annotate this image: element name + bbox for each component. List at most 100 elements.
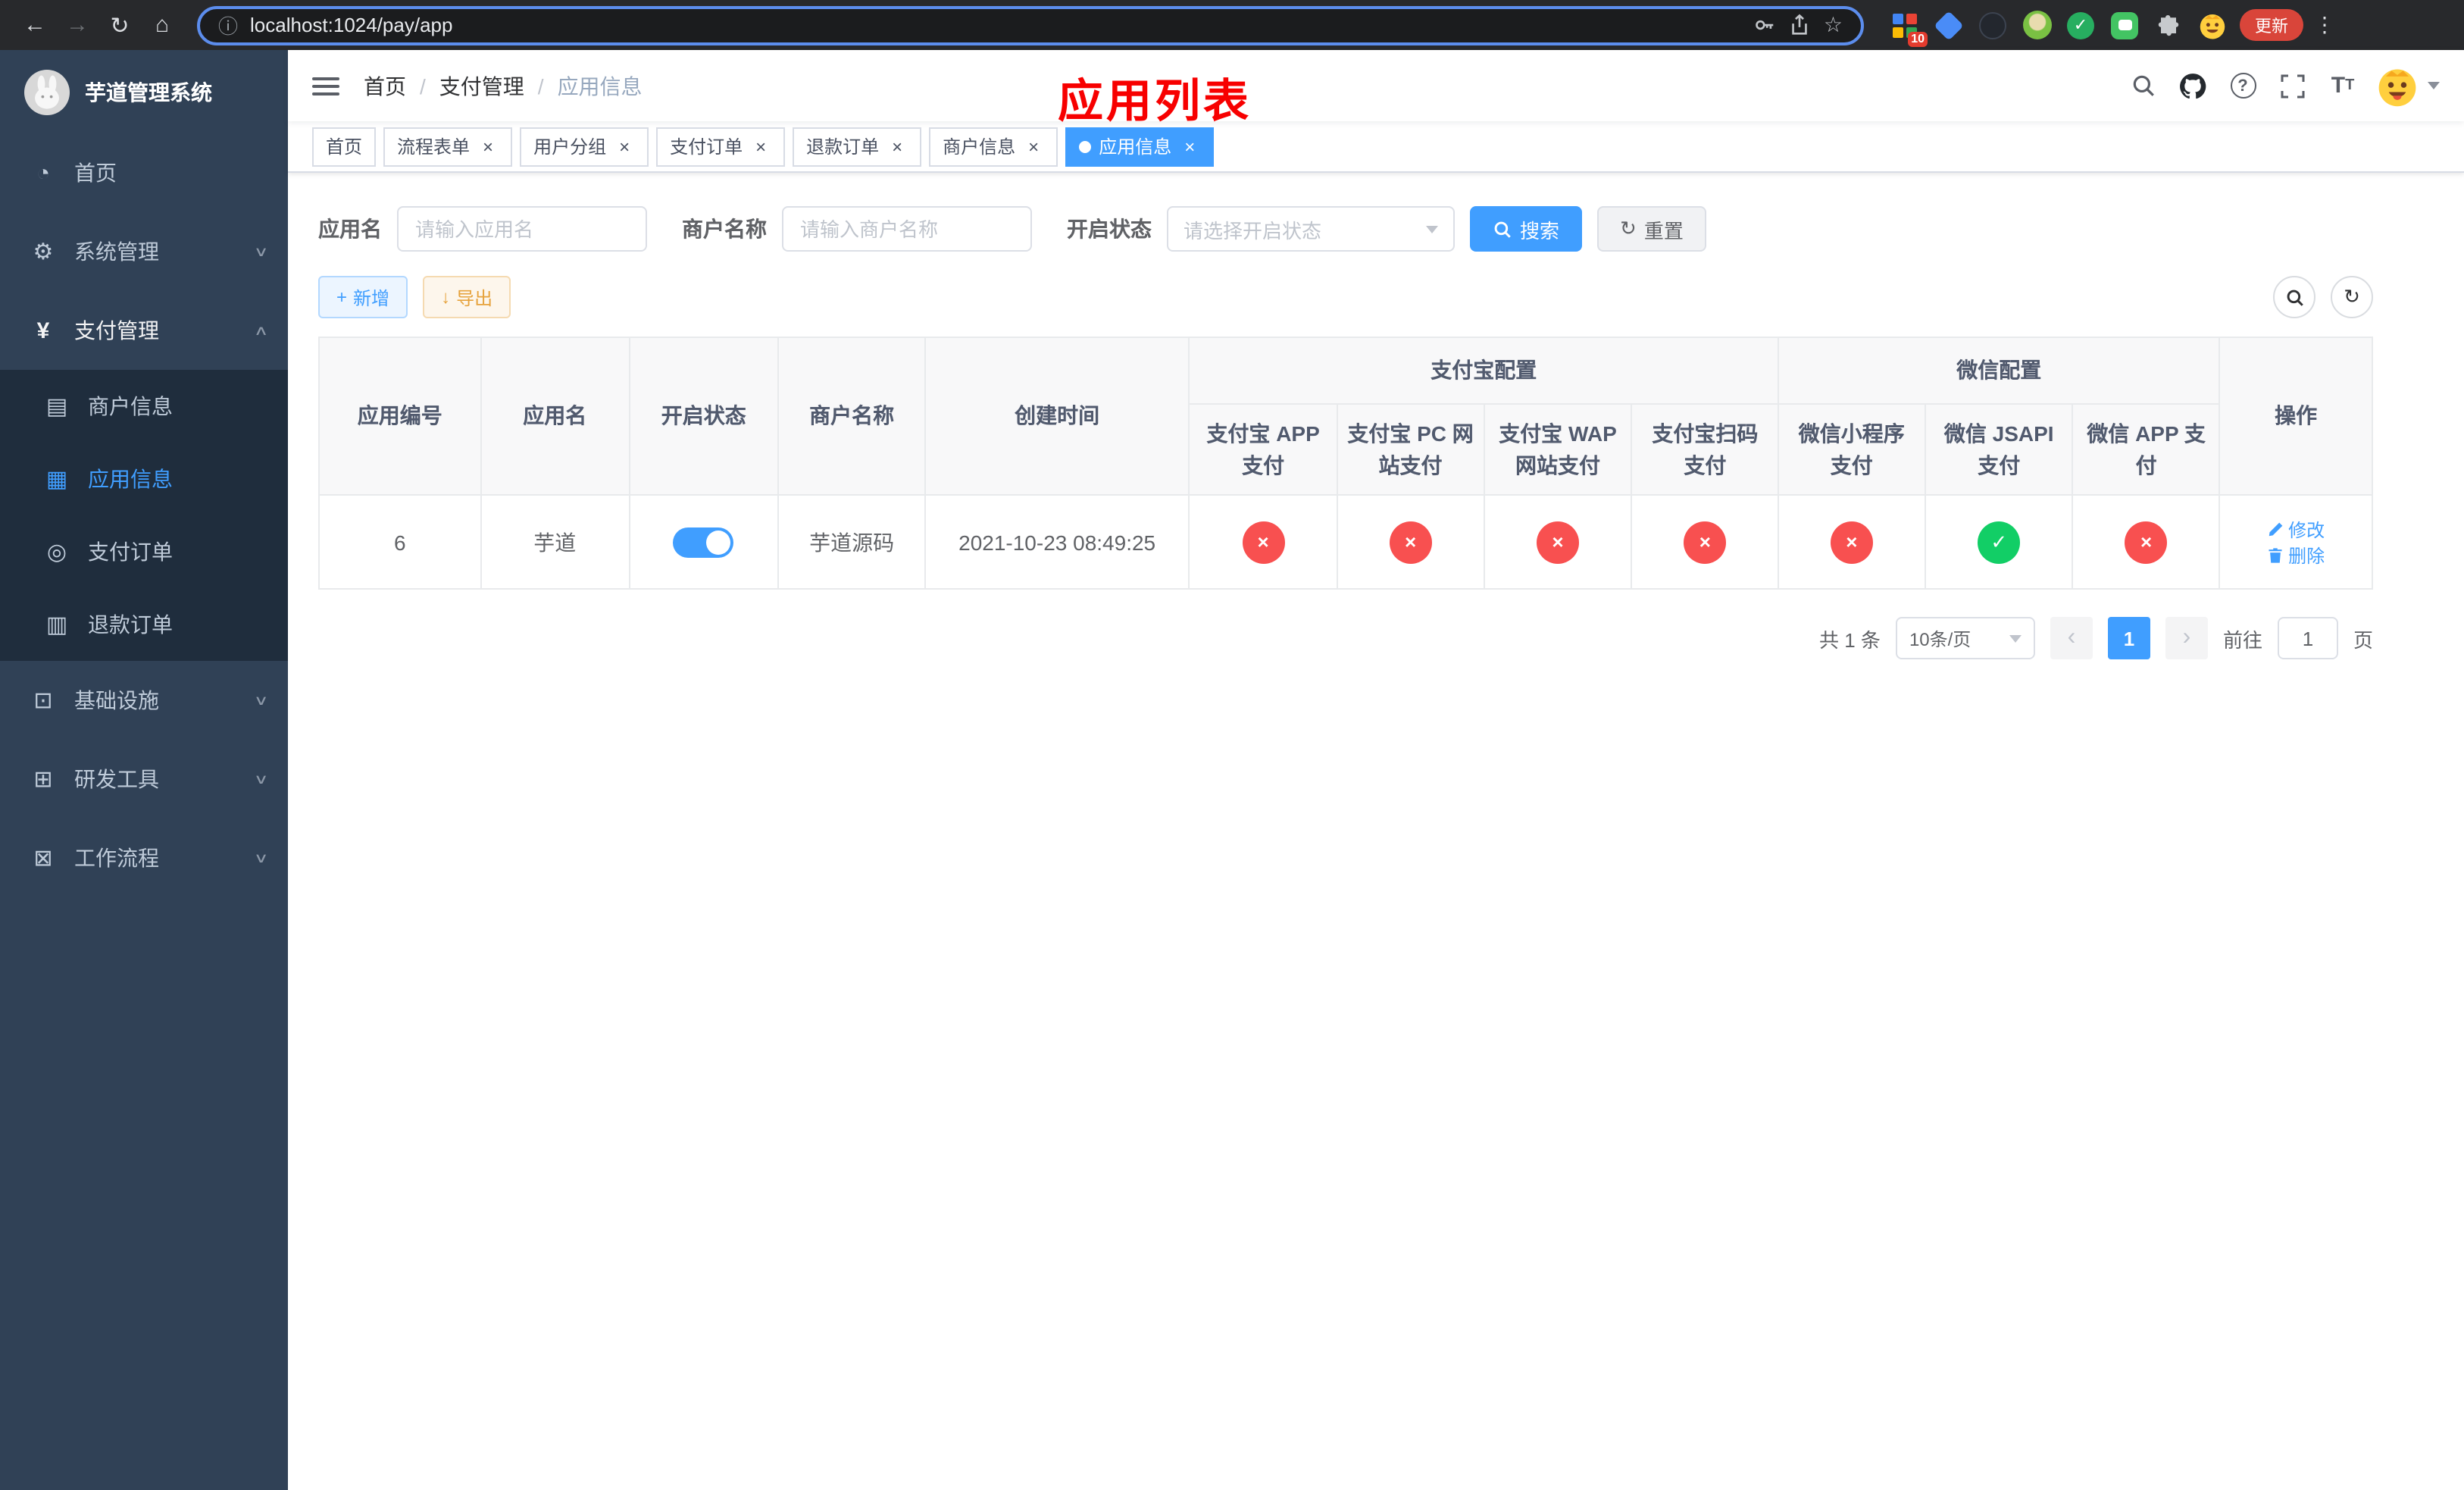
prev-page-button[interactable]: ‹ [2050, 617, 2093, 659]
col-merchant: 商户名称 [777, 337, 926, 496]
app-table: 应用编号 应用名 开启状态 商户名称 创建时间 支付宝配置 微信配置 操作 支付… [318, 337, 2373, 590]
chevron-down-icon: ∨ [254, 243, 270, 258]
sidebar-toggle-button[interactable] [312, 77, 339, 95]
logo-avatar [24, 69, 70, 114]
sidebar-item-label: 研发工具 [74, 767, 159, 791]
help-icon[interactable]: ? [2225, 67, 2261, 104]
cell-app-id: 6 [318, 494, 482, 590]
tab-close-icon[interactable]: × [1179, 136, 1200, 157]
sidebar-item-label: 应用信息 [88, 467, 173, 491]
tab-merchant-info[interactable]: 商户信息 × [929, 127, 1058, 166]
sidebar-item-refund-order[interactable]: ▥ 退款订单 [0, 588, 288, 661]
plus-icon: + [336, 286, 348, 308]
sidebar-item-infrastructure[interactable]: ⊡ 基础设施 ∨ [0, 661, 288, 740]
sidebar-item-label: 支付管理 [74, 318, 159, 343]
coin-icon: ◎ [46, 540, 67, 565]
bookmark-star-icon[interactable]: ☆ [1824, 12, 1843, 38]
status-select-placeholder: 请选择开启状态 [1184, 219, 1322, 242]
sidebar-item-system[interactable]: ⚙ 系统管理 ∨ [0, 212, 288, 291]
profile-avatar-icon[interactable] [2196, 8, 2229, 42]
tab-label: 支付订单 [670, 136, 743, 158]
user-menu[interactable] [2375, 63, 2440, 108]
extension-chat-icon[interactable] [2108, 8, 2141, 42]
delete-link[interactable]: 删除 [2267, 542, 2325, 568]
refresh-icon: ↻ [2344, 285, 2360, 308]
reset-button[interactable]: ↻ 重置 [1597, 206, 1706, 252]
browser-reload-icon[interactable]: ↻ [100, 5, 139, 45]
fullscreen-icon[interactable] [2275, 67, 2311, 104]
merchant-name-input[interactable] [782, 206, 1032, 252]
sidebar-item-app-info[interactable]: ▦ 应用信息 [0, 443, 288, 515]
tab-app-info[interactable]: 应用信息 × [1065, 127, 1215, 166]
tab-close-icon[interactable]: × [477, 136, 499, 157]
tab-close-icon[interactable]: × [886, 136, 908, 157]
gear-icon: ⚙ [33, 239, 54, 265]
tab-label: 用户分组 [533, 136, 607, 158]
pagination: 共 1 条 10条/页 ‹ 1 › 前往 页 [318, 617, 2373, 659]
tab-home[interactable]: 首页 [312, 127, 377, 166]
extensions-puzzle-icon[interactable] [2152, 8, 2185, 42]
tab-close-icon[interactable]: × [750, 136, 771, 157]
tab-user-group[interactable]: 用户分组 × [520, 127, 649, 166]
sidebar-item-home[interactable]: ◔ 首页 [0, 133, 288, 212]
password-key-icon[interactable] [1754, 14, 1777, 36]
app-name-input[interactable] [397, 206, 647, 252]
status-select[interactable]: 请选择开启状态 [1167, 206, 1455, 252]
yen-icon: ¥ [36, 318, 50, 343]
browser-forward-icon[interactable]: → [58, 5, 97, 45]
goto-page-input[interactable] [2277, 617, 2338, 659]
sidebar-item-payment[interactable]: ¥ 支付管理 ∧ [0, 291, 288, 370]
search-icon[interactable] [2125, 67, 2161, 104]
refresh-button[interactable]: ↻ [2331, 276, 2373, 318]
sidebar-item-label: 退款订单 [88, 612, 173, 637]
extension-avatar-icon[interactable] [2020, 8, 2053, 42]
tab-process-form[interactable]: 流程表单 × [383, 127, 513, 166]
alipay-wap-status-icon: × [1536, 521, 1579, 563]
sidebar-item-merchant-info[interactable]: ▤ 商户信息 [0, 370, 288, 443]
share-icon[interactable] [1789, 14, 1812, 36]
tab-close-icon[interactable]: × [1023, 136, 1044, 157]
sidebar-item-workflow[interactable]: ⊠ 工作流程 ∨ [0, 819, 288, 897]
extension-grid-icon[interactable]: 10 [1888, 8, 1928, 46]
chevron-down-icon [1426, 225, 1438, 233]
edit-link[interactable]: 修改 [2267, 516, 2325, 542]
sidebar-logo[interactable]: 芋道管理系统 [0, 50, 288, 133]
extension-dark-icon[interactable] [1976, 8, 2009, 42]
extension-gem-icon[interactable] [1932, 8, 1965, 42]
col-status: 开启状态 [628, 337, 780, 496]
breadcrumb-home[interactable]: 首页 [364, 70, 406, 101]
chrome-update-button[interactable]: 更新 [2240, 9, 2303, 41]
browser-back-icon[interactable]: ← [15, 5, 55, 45]
tab-refund-order[interactable]: 退款订单 × [793, 127, 922, 166]
tab-payment-order[interactable]: 支付订单 × [656, 127, 786, 166]
tab-label: 退款订单 [806, 136, 880, 158]
page-size-select[interactable]: 10条/页 [1895, 617, 2035, 659]
next-page-button[interactable]: › [2165, 617, 2208, 659]
export-button[interactable]: ↓ 导出 [423, 276, 511, 318]
sidebar-item-dev-tools[interactable]: ⊞ 研发工具 ∨ [0, 740, 288, 819]
github-icon[interactable] [2175, 67, 2211, 104]
status-toggle[interactable] [673, 527, 734, 557]
toggle-search-button[interactable] [2273, 276, 2315, 318]
sidebar-item-payment-order[interactable]: ◎ 支付订单 [0, 515, 288, 588]
search-button[interactable]: 搜索 [1470, 206, 1583, 252]
browser-menu-icon[interactable]: ⋮ [2314, 12, 2335, 38]
extension-check-icon[interactable]: ✓ [2064, 8, 2097, 42]
site-info-icon[interactable]: ⓘ [218, 11, 238, 39]
page-number-button[interactable]: 1 [2107, 617, 2150, 659]
trash-icon [2269, 547, 2282, 562]
user-avatar [2375, 63, 2420, 108]
breadcrumb-section[interactable]: 支付管理 [439, 70, 524, 101]
chevron-down-icon: ∨ [254, 850, 270, 865]
breadcrumb-separator: / [537, 74, 544, 98]
toolbox-icon: ⊞ [33, 767, 53, 793]
font-size-icon[interactable]: TT [2325, 67, 2361, 104]
tab-label: 应用信息 [1099, 136, 1172, 158]
url-text[interactable]: localhost:1024/pay/app [250, 14, 1742, 36]
add-button[interactable]: + 新增 [318, 276, 408, 318]
browser-home-icon[interactable]: ⌂ [142, 5, 182, 45]
tab-close-icon[interactable]: × [614, 136, 635, 157]
address-bar[interactable]: ⓘ localhost:1024/pay/app ☆ [197, 5, 1864, 45]
col-app-name: 应用名 [480, 337, 630, 496]
search-icon [2286, 289, 2303, 305]
